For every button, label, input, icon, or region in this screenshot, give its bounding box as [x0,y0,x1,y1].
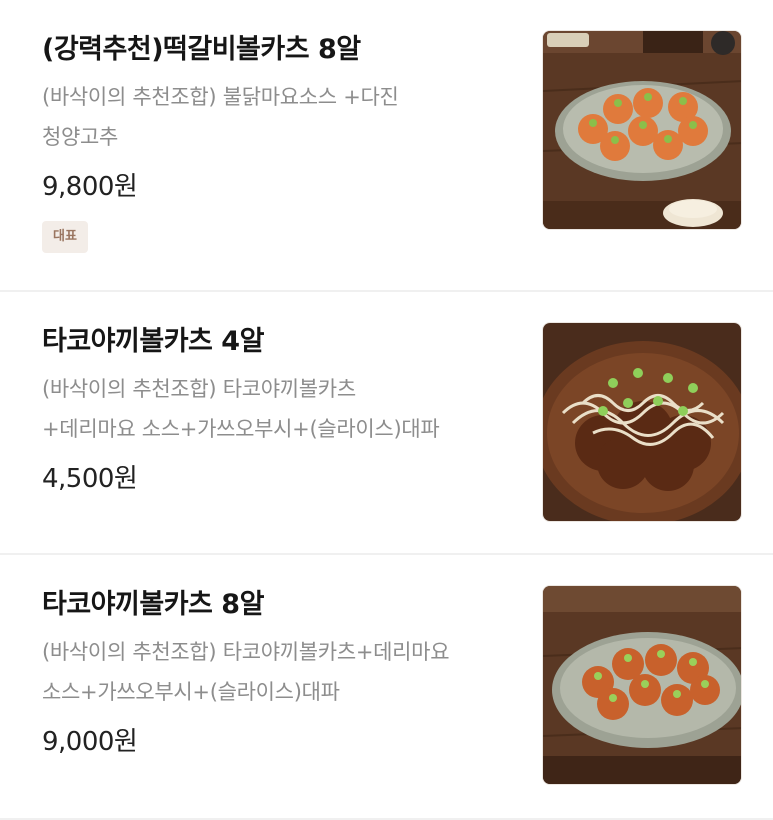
menu-item-description-line: 청양고추 [42,125,119,149]
menu-item-photo[interactable] [542,585,742,785]
menu-item-price: 9,000원 [42,727,138,757]
menu-item-text: (강력추천)떡갈비볼카츠 8알 (바삭이의 추천조합) 불닭마요소스 +다진 청… [42,30,522,253]
menu-item-description: (바삭이의 추천조합) 불닭마요소스 +다진 청양고추 [42,77,522,157]
menu-item-name: 타코야끼볼카츠 8알 [42,589,264,620]
menu-list: (강력추천)떡갈비볼카츠 8알 (바삭이의 추천조합) 불닭마요소스 +다진 청… [0,0,773,820]
menu-item-description-line: +데리마요 소스+가쓰오부시+(슬라이스)대파 [42,417,440,441]
menu-item-description-line: (바삭이의 추천조합) 타코야끼볼카츠+데리마요 [42,640,450,664]
menu-item-text: 타코야끼볼카츠 8알 (바삭이의 추천조합) 타코야끼볼카츠+데리마요 소스+가… [42,585,522,762]
takoyaki-plate-image [543,31,741,229]
menu-item-name: 타코야끼볼카츠 4알 [42,326,264,357]
menu-item-description-line: (바삭이의 추천조합) 불닭마요소스 +다진 [42,85,399,109]
menu-item-description-line: 소스+가쓰오부시+(슬라이스)대파 [42,680,340,704]
menu-item[interactable]: (강력추천)떡갈비볼카츠 8알 (바삭이의 추천조합) 불닭마요소스 +다진 청… [0,0,773,292]
menu-item-photo[interactable] [542,322,742,522]
menu-item-name: (강력추천)떡갈비볼카츠 8알 [42,34,361,65]
menu-item[interactable]: 타코야끼볼카츠 4알 (바삭이의 추천조합) 타코야끼볼카츠 +데리마요 소스+… [0,292,773,555]
menu-item-price: 9,800원 [42,172,138,202]
takoyaki-plate-image-2 [543,586,741,784]
menu-item-photo[interactable] [542,30,742,230]
signature-badge: 대표 [42,221,88,253]
menu-item-description: (바삭이의 추천조합) 타코야끼볼카츠+데리마요 소스+가쓰오부시+(슬라이스)… [42,632,522,712]
menu-item-text: 타코야끼볼카츠 4알 (바삭이의 추천조합) 타코야끼볼카츠 +데리마요 소스+… [42,322,522,499]
menu-item-description: (바삭이의 추천조합) 타코야끼볼카츠 +데리마요 소스+가쓰오부시+(슬라이스… [42,369,522,449]
menu-item-description-line: (바삭이의 추천조합) 타코야끼볼카츠 [42,377,356,401]
menu-item[interactable]: 타코야끼볼카츠 8알 (바삭이의 추천조합) 타코야끼볼카츠+데리마요 소스+가… [0,555,773,820]
menu-item-price: 4,500원 [42,464,138,494]
takoyaki-topped-image [543,323,741,521]
